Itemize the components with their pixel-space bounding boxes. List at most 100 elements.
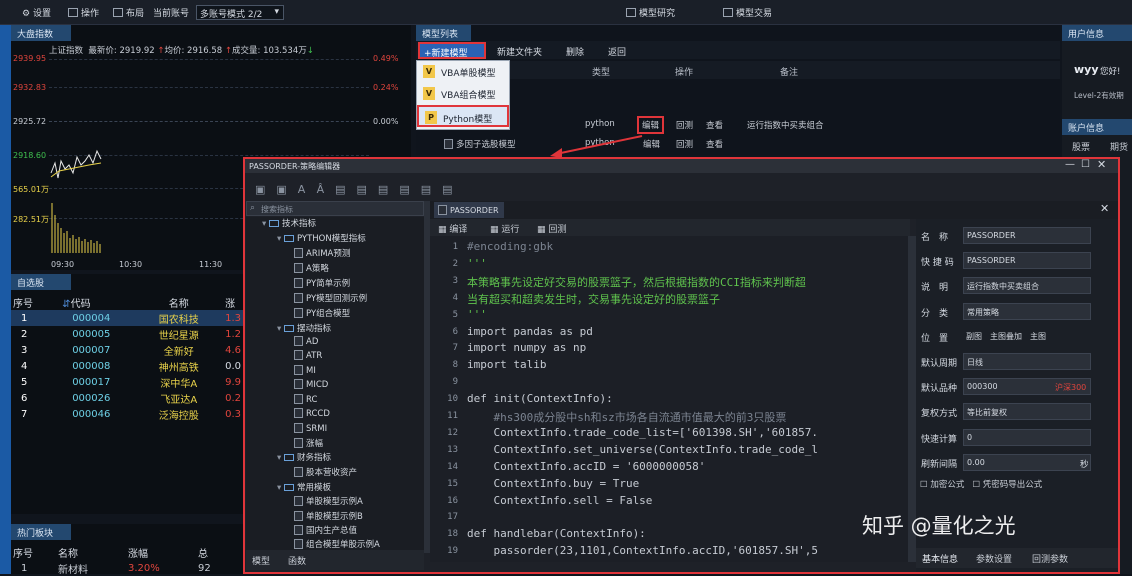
line-number: 5 [452,309,458,320]
table-row[interactable]: 1 000004 国农科技 1.3 [11,310,243,326]
tree-item[interactable]: PY组合模型 [294,307,350,319]
new-model-button[interactable]: +新建模型 [418,42,486,59]
col-header[interactable]: 涨 [223,294,243,310]
chevron-down-icon[interactable]: ▾ [277,324,284,334]
tree-item[interactable]: 股本营收资产 [294,466,357,478]
code-line: #hs300成分股中sh和sz市场各自流通市值最大的前3只股票 [467,411,787,424]
view-button[interactable]: 查看 [706,138,723,150]
property-field[interactable]: PASSORDER [963,252,1091,270]
tab-basic-info[interactable]: 基本信息 [922,552,958,565]
encrypt-checkbox[interactable]: ☐ 加密公式 [920,480,964,490]
layout-button[interactable]: 布局 [113,6,144,19]
model-research-tab[interactable]: 模型研究 [626,6,675,19]
chevron-down-icon[interactable]: ▾ [277,453,284,463]
code-line: def handlebar(ContextInfo): [467,527,646,541]
tree-item[interactable]: ATR [294,350,322,361]
tab-params[interactable]: 参数设置 [976,552,1012,565]
tree-item[interactable]: A策略 [294,262,329,274]
tab-futures[interactable]: 期货 [1110,140,1128,153]
line-number: 18 [447,529,458,540]
close-icon[interactable]: ✕ [1097,158,1106,171]
run-button[interactable]: ▦ 运行 [490,222,519,235]
property-field[interactable]: 副图 主图叠加 主图 [963,328,1091,345]
delete-button[interactable]: 删除 [566,45,584,58]
account-mode-select[interactable]: 多账号模式 2/2 ▾ [196,5,284,20]
settings-button[interactable]: ⚙ 设置 [22,6,51,19]
table-row[interactable]: 多因子选股模型 python 编辑 回测 查看 [444,135,1044,153]
col-header[interactable]: 名称 [134,294,223,310]
menu-item-python[interactable]: P Python模型 [417,105,509,127]
menu-item-vba-single[interactable]: V VBA单股模型 [417,61,509,83]
code-line: ContextInfo.set_universe(ContextInfo.tra… [467,442,818,456]
tree-item[interactable]: ARIMA预测 [294,247,350,259]
tree-item[interactable]: RC [294,394,317,405]
tree-item[interactable]: AD [294,336,318,347]
indicator-search-input[interactable]: ⌕ 搜索指标 [246,201,424,216]
export-checkbox[interactable]: ☐ 凭密码导出公式 [972,480,1042,490]
python-file-icon [294,350,303,360]
tree-item[interactable]: ▾ 摆动指标 [277,322,331,334]
table-row[interactable]: 5 000017 深中华A 9.9 [11,374,243,390]
chevron-down-icon[interactable]: ▾ [277,234,284,244]
tree-item[interactable]: 涨幅 [294,437,323,449]
col-header[interactable]: ⇵代码 [60,294,134,310]
property-field[interactable]: 运行指数中买卖组合 [963,277,1091,295]
view-button[interactable]: 查看 [706,119,723,131]
code-line: ContextInfo.sell = False [467,493,653,507]
tree-item[interactable]: 组合模型单股示例A [294,538,380,550]
tree-item[interactable]: ▾ 财务指标 [277,451,331,463]
chevron-down-icon[interactable]: ▾ [277,483,284,493]
tree-item[interactable]: 国内生产总值 [294,524,357,536]
compile-button[interactable]: ▦ 编译 [438,222,467,235]
property-field[interactable]: 日线 [963,353,1091,370]
tab-stock[interactable]: 股票 [1072,140,1090,153]
backtest-button[interactable]: 回测 [676,119,693,131]
tree-item[interactable]: ▾ 技术指标 [262,217,316,229]
property-field[interactable]: 0 [963,428,1091,446]
table-row[interactable]: 2 000005 世纪星源 1.2 [11,326,243,342]
tree-item[interactable]: SRMI [294,423,327,434]
backtest-button[interactable]: 回测 [676,138,693,150]
tree-item[interactable]: 单股模型示例B [294,510,363,522]
model-trade-tab[interactable]: 模型交易 [723,6,772,19]
editor-file-tab[interactable]: PASSORDER [434,202,504,218]
table-row[interactable]: 7 000046 泛海控股 0.3 [11,406,243,422]
backtest-button[interactable]: ▦ 回测 [537,222,566,235]
tab-model[interactable]: 模型 [252,554,270,567]
tree-item[interactable]: PY简单示例 [294,277,350,289]
back-button[interactable]: 返回 [608,45,626,58]
tree-item[interactable]: PY模型回测示例 [294,292,367,304]
tree-item[interactable]: 单股模型示例A [294,495,363,507]
table-row[interactable]: 3 000007 全新好 4.6 [11,342,243,358]
arrow-annotation [550,135,643,158]
tree-item[interactable]: MI [294,365,316,376]
tree-item[interactable]: ▾ 常用模板 [277,481,331,493]
tree-item[interactable]: RCCD [294,408,330,419]
property-field[interactable]: PASSORDER [963,227,1091,244]
table-row[interactable]: 4 000008 神州高铁 0.0 [11,358,243,374]
menu-item-vba-combo[interactable]: V VBA组合模型 [417,83,509,105]
minimize-icon[interactable]: — [1065,159,1075,170]
editor-toolbar-icons[interactable]: ▣▣AÂ▤▤▤▤▤▤ [255,183,464,196]
maximize-icon[interactable]: ☐ [1081,159,1090,170]
table-row[interactable]: 6 000026 飞亚达A 0.2 [11,390,243,406]
col-header[interactable]: 序号 [11,294,60,310]
property-field[interactable]: 常用策略 [963,302,1091,320]
tree-item[interactable]: ▾ PYTHON模型指标 [277,232,366,244]
python-file-icon [294,423,303,433]
property-row: 说 明运行指数中买卖组合 [918,277,1096,295]
price-sparkline [50,149,102,253]
tree-bottom-tabs: 模型 函数 [246,550,424,570]
close-tab-icon[interactable]: ✕ [1100,202,1109,215]
code-line: import pandas as pd [467,324,593,338]
tab-function[interactable]: 函数 [288,554,306,567]
python-file-icon [294,293,303,303]
code-line: ''' [467,307,487,321]
operate-button[interactable]: 操作 [68,6,99,19]
chevron-down-icon[interactable]: ▾ [262,219,269,229]
tab-backtest-params[interactable]: 回测参数 [1032,552,1068,565]
property-field[interactable]: 0.00 [963,453,1091,471]
property-field[interactable]: 等比前复权 [963,403,1091,421]
new-folder-button[interactable]: 新建文件夹 [497,45,542,58]
tree-item[interactable]: MICD [294,379,328,390]
